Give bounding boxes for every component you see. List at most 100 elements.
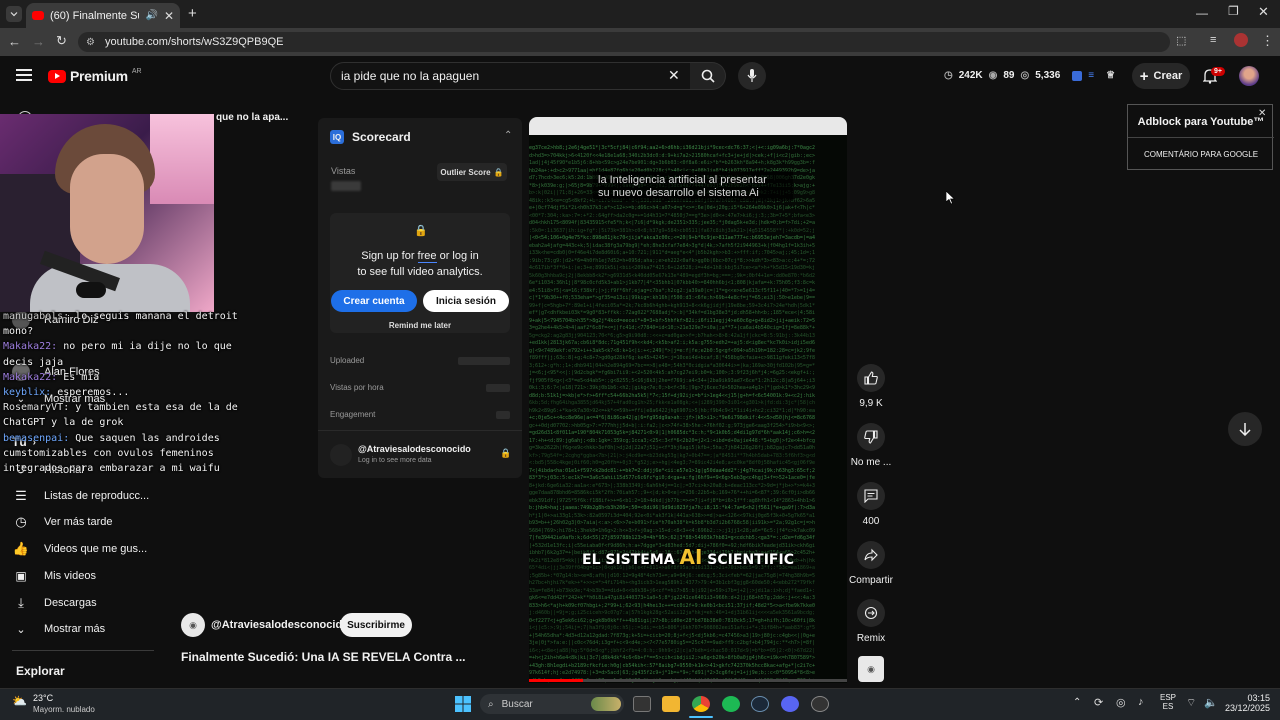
sidebar-item-watch-later[interactable]: ◷ Ver más tarde xyxy=(12,510,162,534)
matrix-code-row: i6<;+<8e<ja88|hg:5*0d=8<g*;jbhf2<fb=4:0:… xyxy=(529,647,815,654)
create-button[interactable]: + Crear xyxy=(1132,63,1190,89)
matrix-code-row: 0ki:3;6:7<|e18|721>:39kj0b1b6:<h2;|gikg<… xyxy=(529,385,815,391)
sidebar-item-downloads[interactable]: ⤓ Descargas xyxy=(12,591,162,615)
hamburger-menu-icon[interactable] xyxy=(16,68,32,82)
tray-overflow-icon[interactable]: ⌃ xyxy=(1073,697,1081,708)
steam-icon[interactable] xyxy=(751,696,769,712)
taskbar-search-placeholder: Buscar xyxy=(501,698,533,710)
tray-app-icon[interactable]: ⟳ xyxy=(1094,696,1103,709)
outlier-score-badge[interactable]: Outlier Score 🔒 xyxy=(437,163,507,181)
extensions-icon[interactable]: ⬚ xyxy=(1176,34,1186,47)
search-input[interactable]: ia pide que no la apaguen xyxy=(330,62,692,90)
close-tab-icon[interactable]: ✕ xyxy=(164,9,174,23)
site-info-icon[interactable]: ⚙ xyxy=(86,37,95,48)
wifi-icon[interactable]: ⌔ xyxy=(1186,696,1196,710)
browser-menu-icon[interactable]: ⋮ xyxy=(1261,33,1274,49)
plus-icon: + xyxy=(1139,67,1149,85)
create-account-button[interactable]: Crear cuenta xyxy=(331,290,417,312)
chat-username: bemasenpai: xyxy=(3,432,70,444)
minimize-window-button[interactable]: — xyxy=(1196,6,1208,20)
account-avatar[interactable] xyxy=(1239,66,1259,86)
extension-blue-icon[interactable] xyxy=(1072,70,1083,81)
chat-message: manugabols: lo seguis manana el detroit xyxy=(3,311,238,322)
chrome-icon[interactable] xyxy=(692,696,710,712)
new-tab-button[interactable]: + xyxy=(188,6,197,22)
signup-free-link[interactable]: free xyxy=(417,250,437,263)
popup-divider xyxy=(1128,137,1274,138)
stat-subs: 5,336 xyxy=(1035,70,1061,81)
thumbs-down-icon xyxy=(864,430,878,444)
remix-button[interactable] xyxy=(857,599,885,627)
video-progress-track[interactable] xyxy=(529,679,847,682)
collapse-chevron-icon[interactable]: ⌃ xyxy=(504,130,512,141)
trophy-icon[interactable]: ♕ xyxy=(1106,70,1115,81)
youtube-logo[interactable]: Premium AR xyxy=(48,68,142,84)
scorecard-logo-icon: IQ xyxy=(330,130,344,144)
spotify-icon[interactable] xyxy=(722,696,740,712)
close-window-button[interactable]: ✕ xyxy=(1258,4,1269,20)
overlapped-title: que no la apa... xyxy=(216,112,289,123)
search-icon: ⌕ xyxy=(488,698,494,710)
search-icon xyxy=(701,69,715,83)
address-bar[interactable]: ⚙ youtube.com/shorts/wS3Z9QPB9QE xyxy=(78,32,1170,52)
login-button[interactable]: Inicia sesión xyxy=(423,290,509,312)
profile-avatar[interactable] xyxy=(1234,33,1248,47)
language-indicator[interactable]: ESP ES xyxy=(1160,693,1176,711)
download-icon: ⤓ xyxy=(18,595,24,610)
reading-list-icon[interactable]: ≡ xyxy=(1210,34,1216,46)
weather-desc[interactable]: Mayorm. nublado xyxy=(33,705,95,714)
chevron-down-icon: ⌄ xyxy=(16,623,26,636)
matrix-code-row: 3je|0j*>fa:e:||c0c<76d4;i3g=f+c<9<d4e;><… xyxy=(529,640,815,646)
country-code: AR xyxy=(131,68,142,75)
matrix-code-row: +c;0je5c+<4cc8e96e|a<=4*6|8i86ce42|g|6=f… xyxy=(529,415,815,421)
subscribe-button[interactable]: Suscribirme xyxy=(340,613,412,637)
sidebar-item-label: Listas de reproducc... xyxy=(44,490,150,502)
restore-window-button[interactable]: ❐ xyxy=(1228,4,1239,18)
tray-mic-icon[interactable]: ♪ xyxy=(1138,696,1144,708)
task-view-icon[interactable] xyxy=(633,696,651,712)
shorts-video-player[interactable]: eg37ce2>hb8;j2e6j4ge51*|3c*5cfj84|c6f94;… xyxy=(529,117,847,683)
next-video-button[interactable] xyxy=(1228,412,1262,446)
matrix-code-row: 7|fe39442ie9afb:k;6d<55|27j859788b123>0=… xyxy=(529,535,815,541)
browser-tab-bar: (60) Finalmente Sucedió: Un 🔊 ✕ + — ❐ ✕ xyxy=(0,0,1280,28)
voice-search-button[interactable] xyxy=(738,62,766,90)
sidebar-item-my-videos[interactable]: ▣ Mis videos xyxy=(12,564,162,588)
clock[interactable]: 03:15 23/12/2025 xyxy=(1222,693,1270,713)
chat-text: Es mia xyxy=(57,371,100,383)
reload-icon[interactable]: ↻ xyxy=(56,33,67,49)
forward-icon[interactable]: → xyxy=(32,34,45,49)
search-button[interactable] xyxy=(690,62,726,90)
volume-icon[interactable]: 🔈 xyxy=(1204,696,1218,709)
file-explorer-icon[interactable] xyxy=(662,696,680,712)
browser-tab-active[interactable]: (60) Finalmente Sucedió: Un 🔊 ✕ xyxy=(26,3,180,28)
tab-list-button[interactable] xyxy=(6,6,22,22)
remind-later-link[interactable]: Remind me later xyxy=(318,321,522,330)
extension-lines-icon[interactable]: ≡ xyxy=(1088,70,1094,81)
weather-temp[interactable]: 23°C xyxy=(33,693,53,703)
discord-icon[interactable] xyxy=(781,696,799,712)
sidebar-item-liked-videos[interactable]: 👍 Videos que me gus... xyxy=(12,537,162,561)
adblock-subtitle[interactable]: COMENTÁRIO PARA GOOGLE xyxy=(1128,150,1274,159)
matrix-code-row: 6kb;5d;fhg64ihga3855jd64kj57+4fad0cg1h>2… xyxy=(529,400,815,406)
channel-avatar[interactable]: ◉ xyxy=(181,613,205,637)
sound-thumbnail[interactable]: ◉ xyxy=(858,656,884,682)
channel-handle[interactable]: @Atraviesalodesconocido xyxy=(211,619,349,631)
windows-start-icon[interactable] xyxy=(455,696,471,712)
sidebar-item-playlists[interactable]: ☰ Listas de reproducc... xyxy=(12,484,162,508)
like-button[interactable] xyxy=(857,364,885,392)
back-icon[interactable]: ← xyxy=(8,34,21,49)
video-title[interactable]: Finalmente Sucedió: Una IA SE REVELA Con… xyxy=(181,650,465,664)
sidebar-show-more[interactable]: ⌄ Mostrar más xyxy=(12,617,162,641)
sidebar-item-label: Videos que me gus... xyxy=(44,543,148,555)
dislike-button[interactable] xyxy=(857,423,885,451)
tray-network-icon[interactable]: ◎ xyxy=(1116,696,1126,709)
app-icon[interactable] xyxy=(811,696,829,712)
comments-button[interactable] xyxy=(857,482,885,510)
playlist-icon: ☰ xyxy=(15,488,27,503)
weather-icon[interactable]: ⛅ xyxy=(12,694,27,708)
speaker-icon[interactable]: 🔊 xyxy=(145,10,157,21)
share-button[interactable] xyxy=(857,541,885,569)
views-per-hour-blurred-value xyxy=(486,384,510,392)
clear-search-icon[interactable]: ✕ xyxy=(668,67,680,84)
lock-icon: 🔒 xyxy=(500,448,512,458)
